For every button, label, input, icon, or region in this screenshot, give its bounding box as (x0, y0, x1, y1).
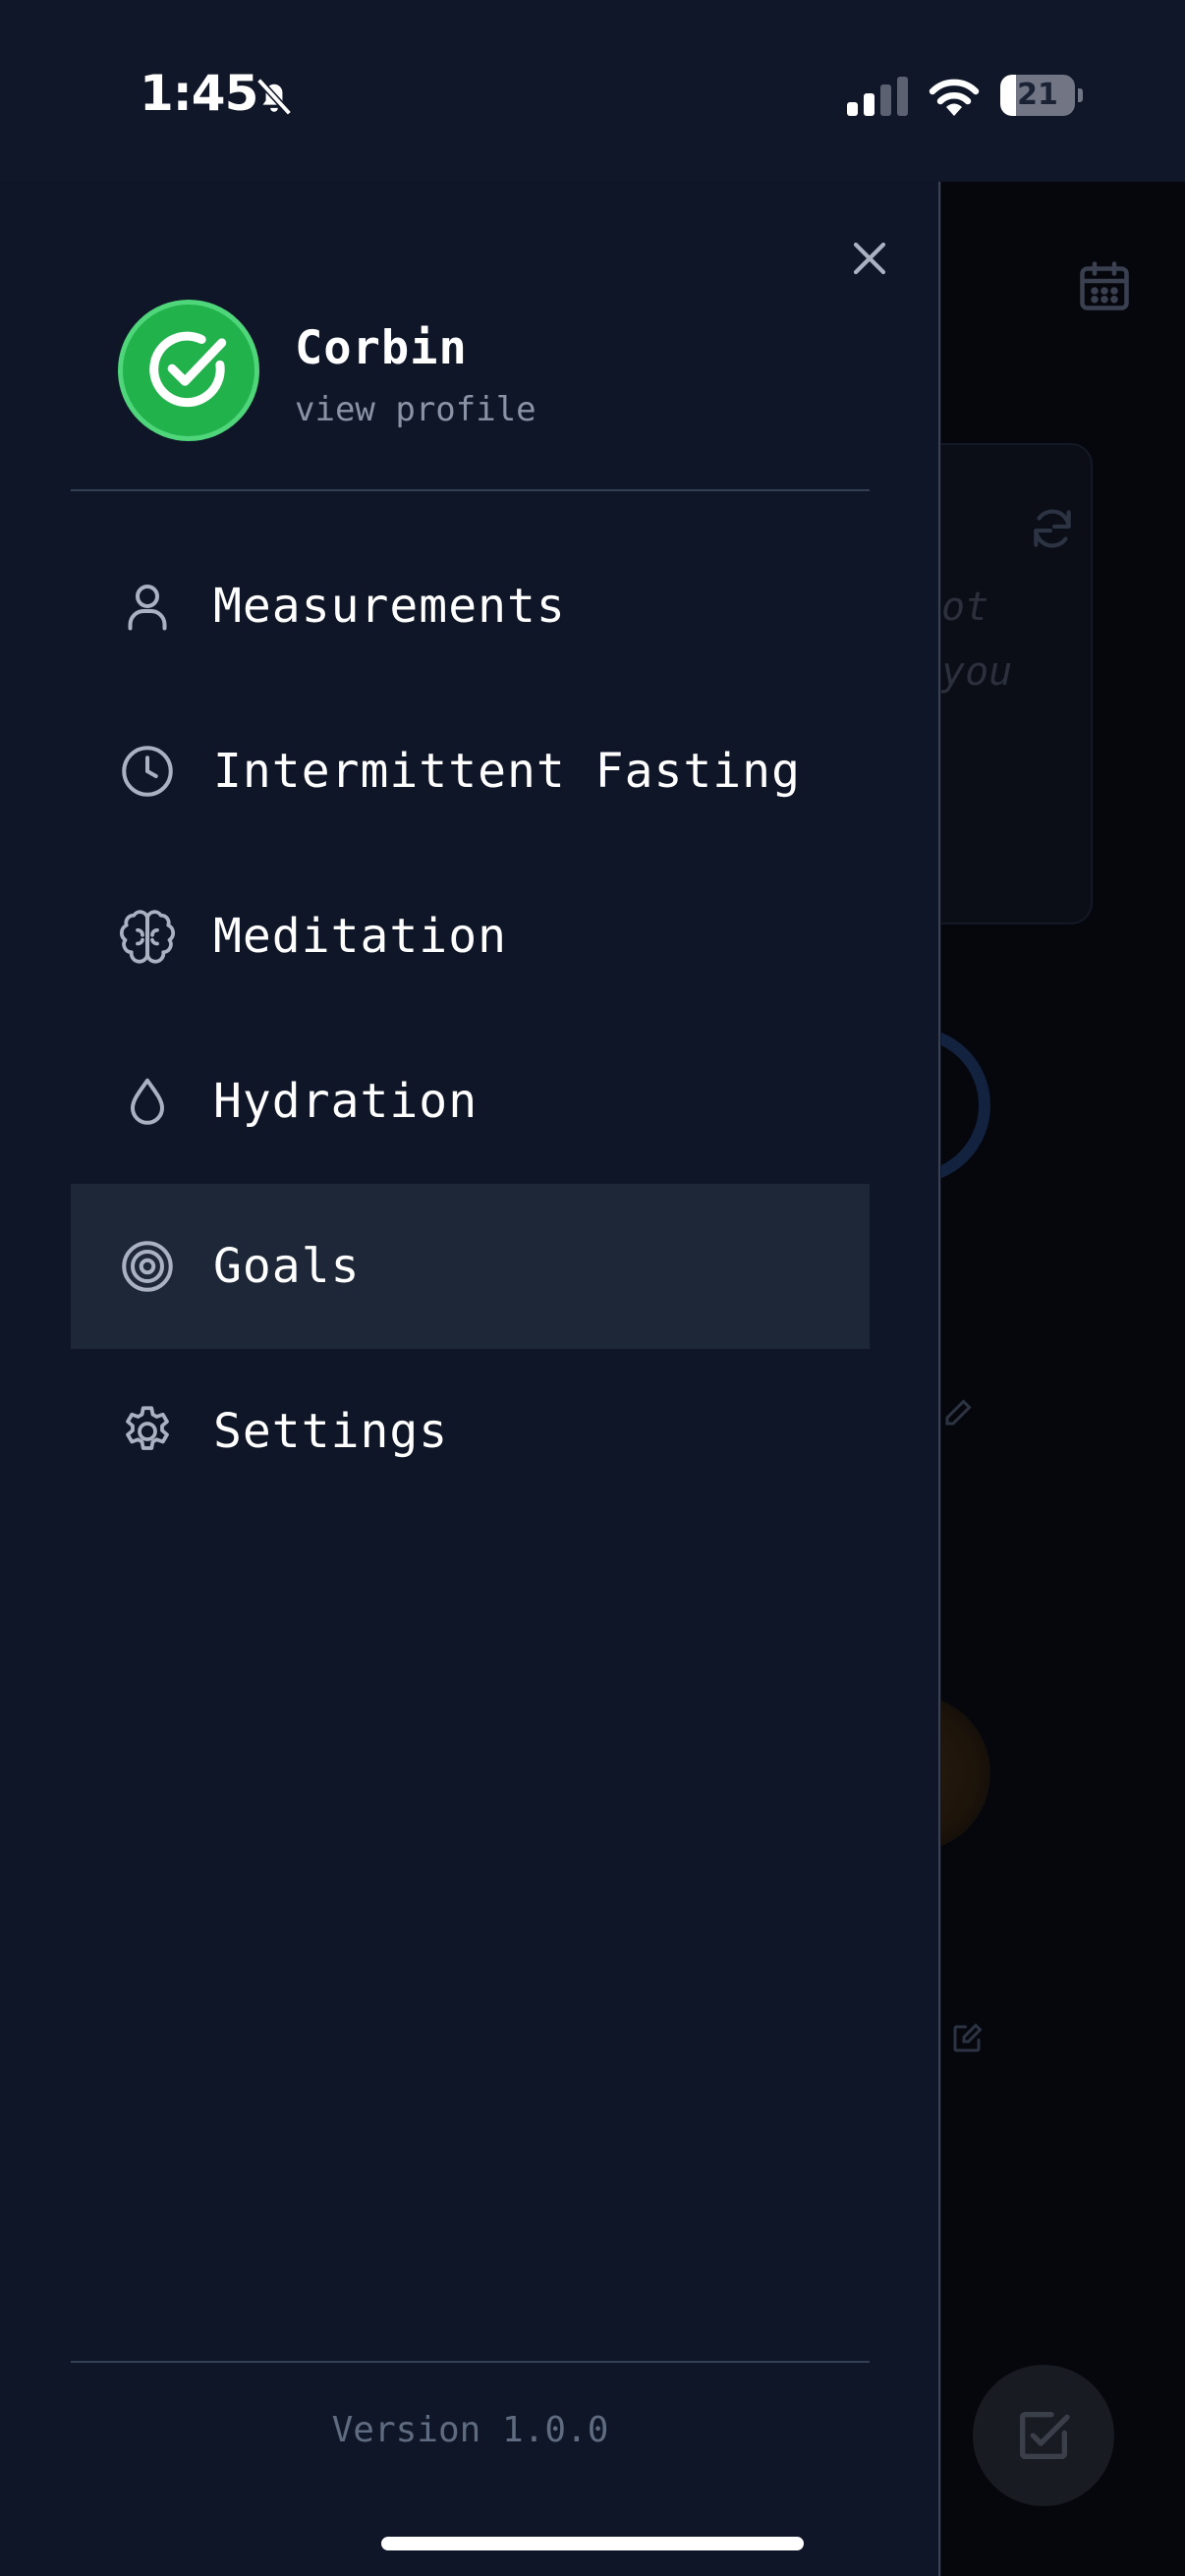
brain-icon (119, 910, 176, 964)
menu-item-settings[interactable]: Settings (71, 1349, 870, 1514)
divider (71, 489, 870, 491)
navigation-drawer: Corbin view profile Measurements Intermi… (0, 182, 940, 2576)
quote-text-fragment: ot (941, 585, 989, 630)
profile-header[interactable]: Corbin view profile (71, 300, 876, 447)
view-profile-link[interactable]: view profile (295, 390, 536, 429)
menu-item-meditation[interactable]: Meditation (71, 854, 870, 1019)
checklist-fab (973, 2365, 1114, 2506)
home-indicator[interactable] (381, 2537, 804, 2550)
person-icon (128, 585, 167, 631)
check-square-icon (1020, 2412, 1070, 2459)
gear-icon (126, 1406, 169, 1450)
droplet-icon (131, 1078, 164, 1125)
drawer-menu: Measurements Intermittent Fasting Medita… (71, 524, 870, 1514)
menu-item-label: Hydration (213, 1074, 479, 1129)
close-icon[interactable] (842, 231, 897, 286)
progress-ring (941, 1027, 990, 1184)
divider (71, 2361, 870, 2363)
status-bar: 1:45 21 (0, 0, 1185, 182)
edit-icon (953, 2023, 983, 2052)
quote-text-fragment: you (941, 649, 1013, 695)
menu-item-label: Meditation (213, 909, 507, 964)
avatar (118, 300, 259, 441)
battery-body: 21 (1000, 75, 1075, 116)
background-app-overlay[interactable]: ot you (941, 182, 1185, 2576)
battery-cap (1078, 88, 1083, 102)
edit-icon (945, 1399, 972, 1426)
cellular-signal-icon (847, 77, 908, 116)
menu-item-hydration[interactable]: Hydration (71, 1019, 870, 1184)
bell-off-icon (256, 78, 292, 116)
clock-icon (122, 746, 173, 797)
menu-item-label: Goals (213, 1239, 361, 1294)
app-version: Version 1.0.0 (331, 2410, 609, 2450)
refresh-icon (1034, 509, 1071, 548)
status-time: 1:45 (140, 65, 258, 122)
menu-item-label: Measurements (213, 579, 566, 634)
menu-item-goals[interactable]: Goals (71, 1184, 870, 1349)
menu-item-measurements[interactable]: Measurements (71, 524, 870, 689)
check-circle-icon (149, 331, 227, 408)
battery-level: 21 (1017, 78, 1058, 112)
battery-indicator: 21 (1000, 75, 1083, 116)
profile-name: Corbin (295, 321, 468, 375)
menu-item-label: Settings (213, 1404, 449, 1459)
menu-item-label: Intermittent Fasting (213, 744, 801, 799)
wifi-icon (929, 79, 980, 116)
menu-item-intermittent-fasting[interactable]: Intermittent Fasting (71, 689, 870, 854)
progress-ring (941, 1695, 990, 1852)
target-icon (122, 1241, 173, 1292)
app-screen: 1:45 21 ot you Corbin view profile Measu… (0, 0, 1185, 2576)
calendar-icon (1080, 261, 1129, 310)
